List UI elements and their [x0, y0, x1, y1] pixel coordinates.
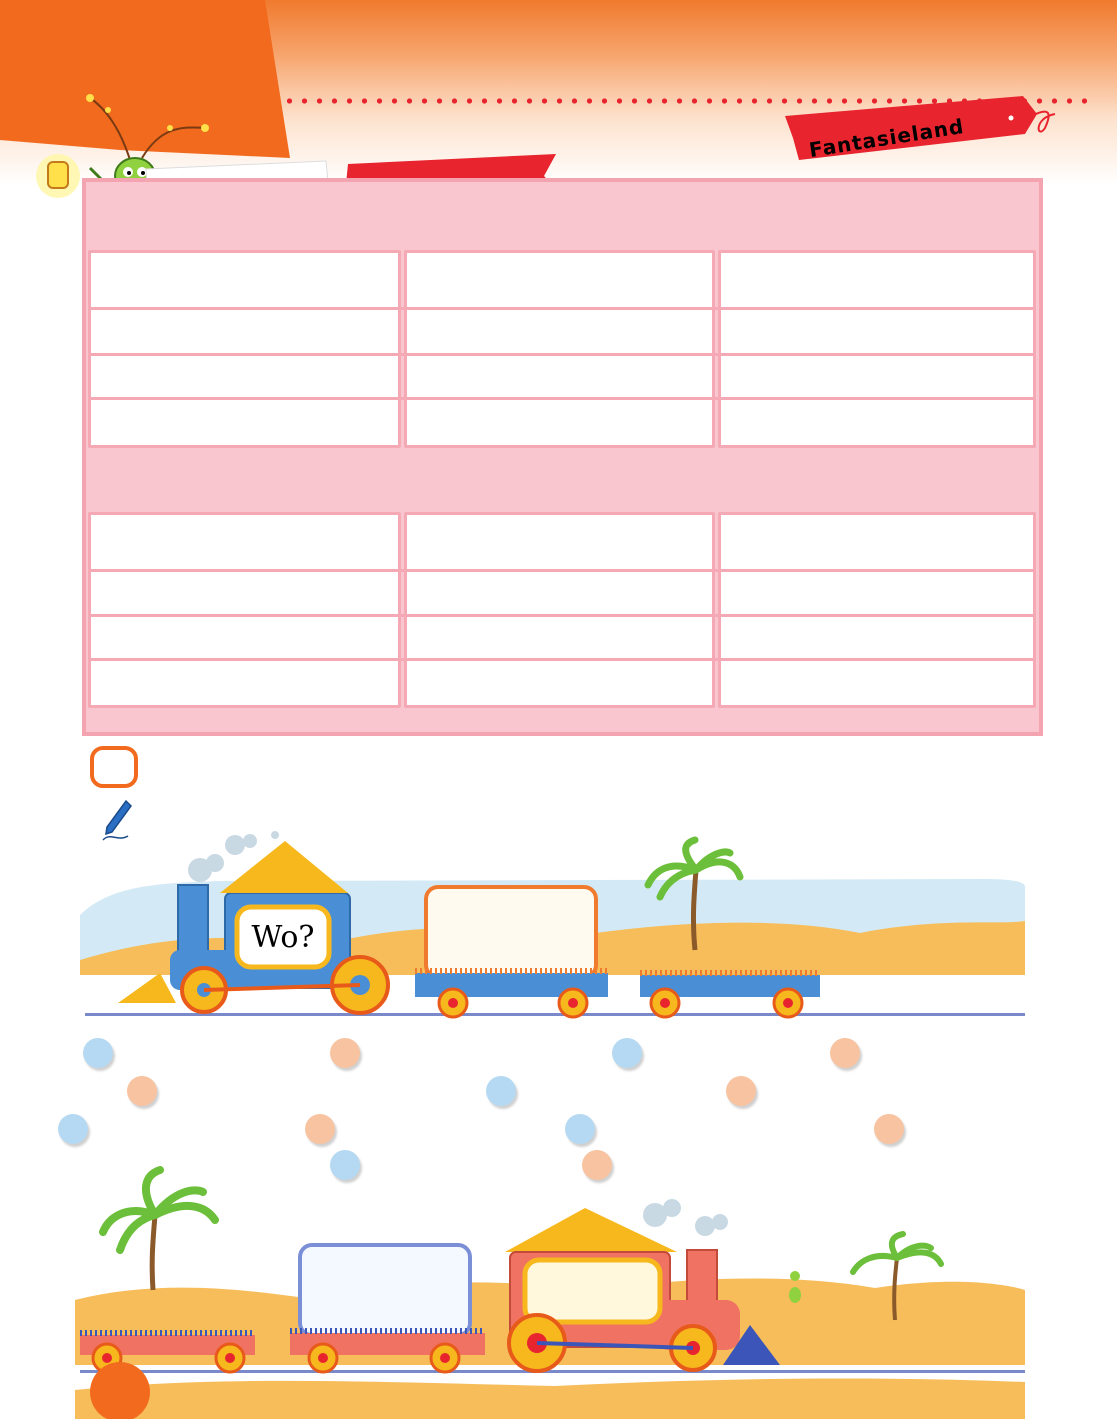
answer-dot[interactable] — [874, 1114, 904, 1144]
answer-dot[interactable] — [612, 1038, 642, 1068]
row-line — [88, 569, 1036, 572]
table-cell — [718, 250, 1036, 448]
table-cell — [404, 250, 715, 448]
train-scene-bottom — [75, 1166, 1025, 1419]
row-line — [88, 397, 1036, 400]
exercise-number-box — [90, 746, 138, 788]
table-cell — [88, 512, 401, 708]
answer-dot[interactable] — [330, 1038, 360, 1068]
answer-dot[interactable] — [58, 1114, 88, 1144]
table-cell — [404, 512, 715, 708]
row-line — [88, 658, 1036, 661]
train-scene-top: Wo? — [80, 831, 1025, 1019]
fantasieland-banner: Fantasieland — [785, 96, 1056, 162]
answer-dot[interactable] — [486, 1076, 516, 1106]
row-line — [88, 307, 1036, 310]
row-line — [88, 614, 1036, 617]
answer-dot[interactable] — [305, 1114, 335, 1144]
answer-dot[interactable] — [83, 1038, 113, 1068]
row-line — [88, 353, 1036, 356]
answer-dot[interactable] — [127, 1076, 157, 1106]
table-cell — [88, 250, 401, 448]
answer-dot[interactable] — [726, 1076, 756, 1106]
answer-dot[interactable] — [565, 1114, 595, 1144]
table-cell — [718, 512, 1036, 708]
wo-sign: Wo? — [252, 920, 315, 955]
answer-dot[interactable] — [830, 1038, 860, 1068]
